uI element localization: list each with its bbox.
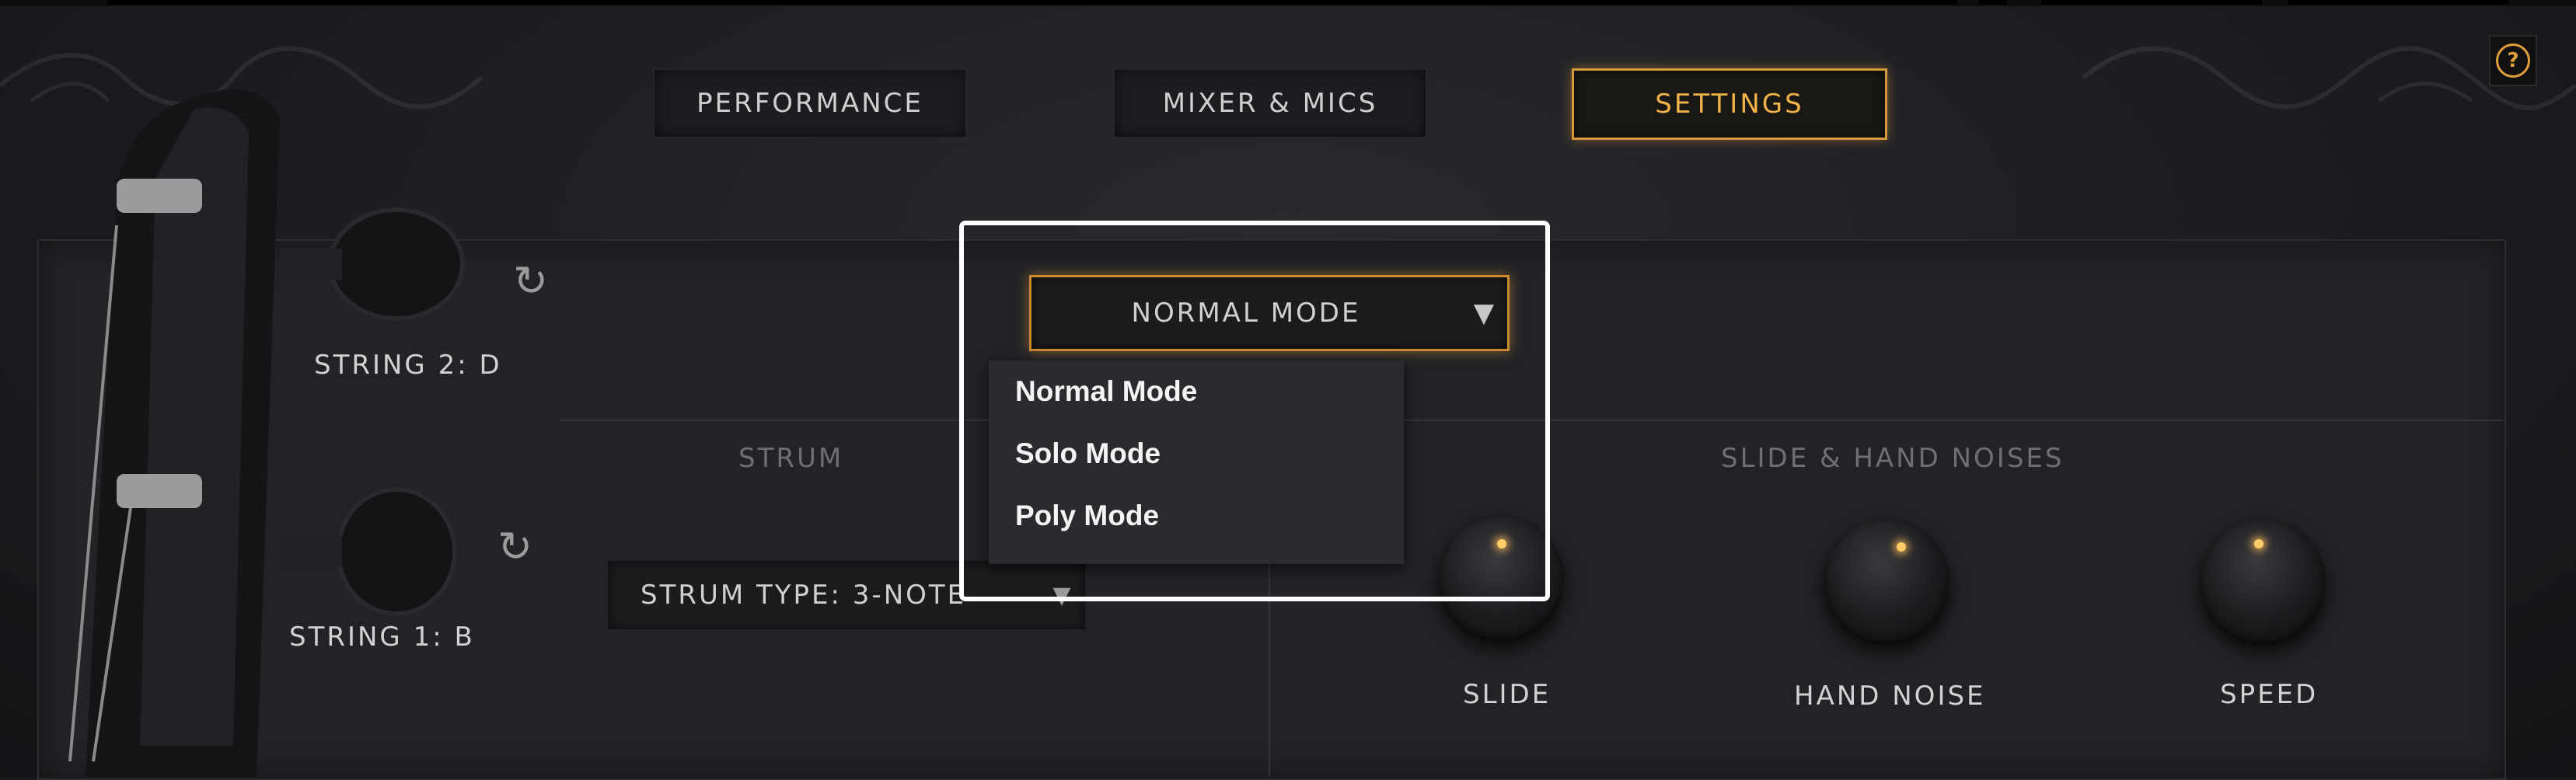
ornament-right: [2082, 46, 2576, 110]
hand-noise-knob-label: HAND NOISE: [1794, 681, 1986, 712]
guitar-headstock-image: [68, 89, 465, 777]
tune-arrow-icon[interactable]: ↻: [513, 256, 548, 305]
tune-arrow-icon[interactable]: ↻: [497, 522, 532, 571]
string-1-label: STRING 1: B: [289, 622, 475, 653]
slide-section-title: SLIDE & HAND NOISES: [1721, 443, 2065, 474]
string-2-label: STRING 2: D: [314, 350, 502, 381]
top-strip: [107, 0, 1957, 5]
hand-noise-knob[interactable]: [1824, 519, 1949, 645]
strum-section-title: STRUM: [738, 443, 844, 474]
top-strip: [2288, 0, 2509, 5]
slide-knob-label: SLIDE: [1463, 679, 1552, 710]
tab-performance[interactable]: PERFORMANCE: [653, 68, 967, 138]
top-strip: [2041, 0, 2262, 5]
speed-knob[interactable]: [2200, 519, 2326, 645]
help-icon: ?: [2496, 44, 2530, 78]
tab-settings[interactable]: SETTINGS: [1572, 68, 1887, 140]
tab-mixer-mics[interactable]: MIXER & MICS: [1113, 68, 1427, 138]
speed-knob-label: SPEED: [2220, 679, 2319, 710]
help-button[interactable]: ?: [2489, 35, 2537, 86]
highlight-box: [959, 221, 1550, 601]
top-strip: [1979, 0, 2007, 5]
